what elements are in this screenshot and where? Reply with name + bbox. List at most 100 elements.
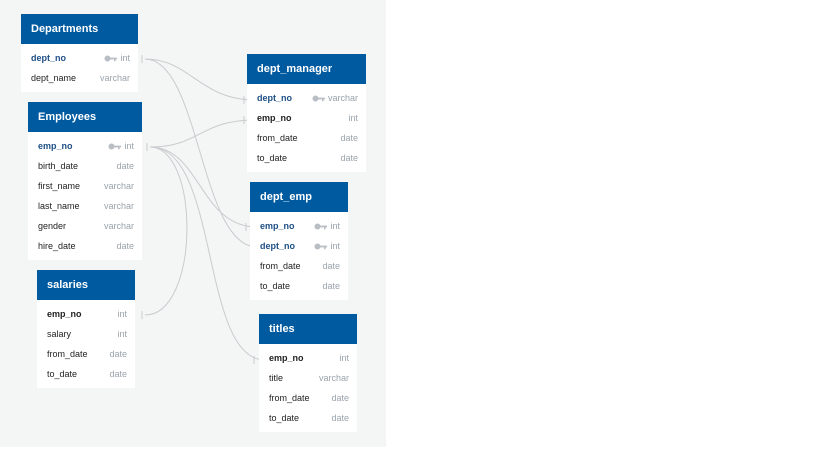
key-icon (108, 137, 122, 157)
column-type: varchar (104, 216, 134, 236)
column-type-label: varchar (103, 201, 134, 211)
column-type-label: int (124, 141, 134, 151)
column-type-label: date (109, 369, 127, 379)
column-type-label: date (340, 133, 358, 143)
column-type: date (331, 388, 349, 408)
table-row[interactable]: salary int (37, 324, 135, 344)
column-type: varchar (100, 68, 130, 88)
column-name: emp_no (260, 221, 295, 231)
table-row[interactable]: to_date date (259, 408, 357, 428)
column-type: date (331, 408, 349, 428)
table-row[interactable]: dept_no int (21, 48, 138, 68)
column-type: date (322, 256, 340, 276)
column-type-label: date (116, 241, 134, 251)
column-type: varchar (104, 176, 134, 196)
column-name: title (269, 373, 284, 383)
table-row[interactable]: dept_name varchar (21, 68, 138, 88)
column-type-label: date (109, 349, 127, 359)
column-type-label: date (322, 261, 340, 271)
column-type: int (348, 108, 358, 128)
column-type-label: int (330, 221, 340, 231)
table-row[interactable]: from_date date (250, 256, 348, 276)
column-type-label: varchar (103, 221, 134, 231)
column-type-label: int (339, 353, 349, 363)
table-row[interactable]: first_name varchar (28, 176, 142, 196)
column-type-label: int (330, 241, 340, 251)
table-row[interactable]: from_date date (259, 388, 357, 408)
column-name: last_name (38, 201, 80, 211)
column-name: emp_no (269, 353, 304, 363)
column-name: to_date (260, 281, 291, 291)
column-type: int (117, 304, 127, 324)
column-name: first_name (38, 181, 81, 191)
table-employees[interactable]: Employees emp_no int birth_date date first_n… (28, 102, 142, 260)
column-type-label: date (331, 413, 349, 423)
table-title: Employees (28, 102, 142, 132)
table-row[interactable]: emp_no int (28, 136, 142, 156)
column-name: from_date (257, 133, 298, 143)
column-name: emp_no (38, 141, 73, 151)
table-dept-manager[interactable]: dept_manager dept_no varchar emp_no int from… (247, 54, 366, 172)
table-row[interactable]: birth_date date (28, 156, 142, 176)
column-name: birth_date (38, 161, 79, 171)
table-row[interactable]: to_date date (247, 148, 366, 168)
column-type: date (322, 276, 340, 296)
column-type-label: date (322, 281, 340, 291)
column-type-label: int (348, 113, 358, 123)
table-row[interactable]: hire_date date (28, 236, 142, 256)
column-name: emp_no (47, 309, 82, 319)
table-departments[interactable]: Departments dept_no int dept_name varchar (21, 14, 138, 92)
table-row[interactable]: emp_no int (259, 348, 357, 368)
column-type-label: varchar (318, 373, 349, 383)
column-type: varchar (312, 88, 358, 109)
table-row[interactable]: last_name varchar (28, 196, 142, 216)
column-type: date (116, 236, 134, 256)
table-row[interactable]: from_date date (37, 344, 135, 364)
table-row[interactable]: to_date date (250, 276, 348, 296)
table-row[interactable]: dept_no int (250, 236, 348, 256)
column-name: from_date (260, 261, 301, 271)
column-name: to_date (47, 369, 78, 379)
table-title: dept_manager (247, 54, 366, 84)
column-name: from_date (269, 393, 310, 403)
table-row[interactable]: from_date date (247, 128, 366, 148)
column-type: date (116, 156, 134, 176)
column-name: gender (38, 221, 67, 231)
column-type-label: varchar (327, 93, 358, 103)
column-type-label: int (117, 309, 127, 319)
table-row[interactable]: to_date date (37, 364, 135, 384)
column-type: date (340, 148, 358, 168)
column-type: int (339, 348, 349, 368)
column-type: int (108, 136, 134, 157)
column-name: emp_no (257, 113, 292, 123)
column-type-label: varchar (99, 73, 130, 83)
key-icon (104, 49, 118, 69)
table-row[interactable]: dept_no varchar (247, 88, 366, 108)
column-type: date (109, 344, 127, 364)
column-type-label: int (117, 329, 127, 339)
table-titles[interactable]: titles emp_no int title varchar from_date dat… (259, 314, 357, 432)
column-type-label: date (340, 153, 358, 163)
table-row[interactable]: gender varchar (28, 216, 142, 236)
column-type: int (117, 324, 127, 344)
column-type-label: int (120, 53, 130, 63)
column-name: from_date (47, 349, 88, 359)
table-row[interactable]: emp_no int (37, 304, 135, 324)
table-row[interactable]: title varchar (259, 368, 357, 388)
column-name: to_date (269, 413, 300, 423)
column-name: hire_date (38, 241, 76, 251)
table-title: dept_emp (250, 182, 348, 212)
table-row[interactable]: emp_no int (247, 108, 366, 128)
column-type: date (340, 128, 358, 148)
table-salaries[interactable]: salaries emp_no int salary int from_date date… (37, 270, 135, 388)
key-icon (312, 89, 325, 109)
table-dept-emp[interactable]: dept_emp emp_no int dept_no int from_date dat… (250, 182, 348, 300)
column-name: dept_no (257, 93, 292, 103)
column-name: dept_no (260, 241, 295, 251)
column-name: salary (47, 329, 72, 339)
table-row[interactable]: emp_no int (250, 216, 348, 236)
column-type: varchar (104, 196, 134, 216)
column-type-label: date (331, 393, 349, 403)
column-name: dept_no (31, 53, 66, 63)
column-type: int (314, 236, 340, 257)
